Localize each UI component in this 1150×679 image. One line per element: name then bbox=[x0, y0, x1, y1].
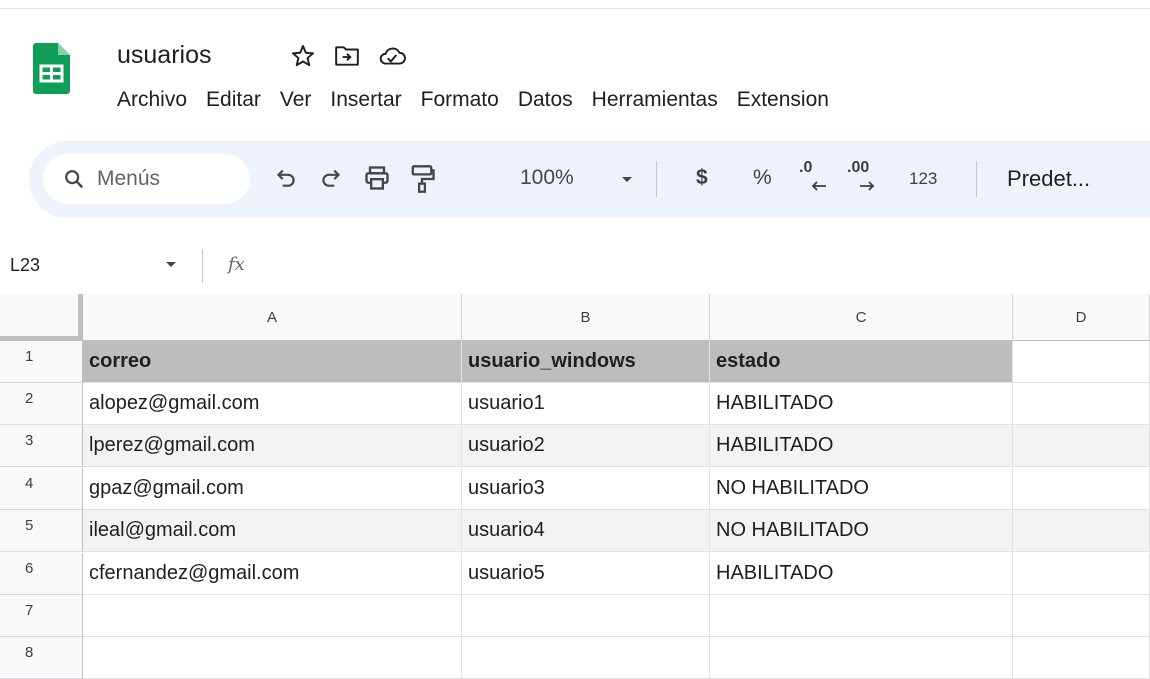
row-header-3[interactable]: 3 bbox=[0, 425, 83, 467]
cell-b5[interactable]: usuario4 bbox=[462, 510, 710, 552]
row-header-8[interactable]: 8 bbox=[0, 637, 83, 679]
sheets-logo-icon[interactable] bbox=[33, 43, 70, 94]
menu-ver[interactable]: Ver bbox=[280, 88, 312, 112]
document-title[interactable]: usuarios bbox=[117, 41, 212, 70]
cell-c6[interactable]: HABILITADO bbox=[710, 553, 1013, 595]
menu-formato[interactable]: Formato bbox=[421, 88, 499, 112]
cell-b3[interactable]: usuario2 bbox=[462, 425, 710, 467]
name-box-dropdown-icon[interactable] bbox=[165, 261, 177, 269]
move-to-folder-icon[interactable] bbox=[334, 44, 360, 68]
formula-input[interactable] bbox=[270, 249, 1140, 283]
cell-b4[interactable]: usuario3 bbox=[462, 468, 710, 510]
menu-insertar[interactable]: Insertar bbox=[330, 88, 401, 112]
search-icon bbox=[65, 170, 84, 189]
cell-a6[interactable]: cfernandez@gmail.com bbox=[83, 553, 462, 595]
row-header-6[interactable]: 6 bbox=[0, 553, 83, 595]
cell-d8[interactable] bbox=[1013, 637, 1150, 679]
name-box[interactable]: L23 bbox=[10, 255, 40, 276]
cell-b1[interactable]: usuario_windows bbox=[462, 341, 710, 383]
cell-b7[interactable] bbox=[462, 595, 710, 637]
row-header-7[interactable]: 7 bbox=[0, 595, 83, 637]
percent-button[interactable]: % bbox=[753, 166, 772, 190]
menu-bar: Archivo Editar Ver Insertar Formato Dato… bbox=[117, 88, 848, 112]
cell-c7[interactable] bbox=[710, 595, 1013, 637]
row-header-2[interactable]: 2 bbox=[0, 383, 83, 425]
cell-a4[interactable]: gpaz@gmail.com bbox=[83, 468, 462, 510]
formula-bar-divider bbox=[202, 249, 203, 283]
fx-icon: fx bbox=[228, 254, 245, 275]
zoom-value[interactable]: 100% bbox=[520, 166, 574, 190]
cell-c4[interactable]: NO HABILITADO bbox=[710, 468, 1013, 510]
cell-b6[interactable]: usuario5 bbox=[462, 553, 710, 595]
menu-archivo[interactable]: Archivo bbox=[117, 88, 187, 112]
increase-decimals-label: .00 bbox=[847, 159, 870, 176]
column-header-a[interactable]: A bbox=[83, 294, 462, 341]
menu-extensiones[interactable]: Extension bbox=[737, 88, 829, 112]
star-icon[interactable] bbox=[290, 43, 316, 69]
undo-icon[interactable] bbox=[273, 164, 299, 190]
zoom-dropdown-icon[interactable] bbox=[621, 176, 633, 184]
font-family-dropdown[interactable]: Predet... bbox=[1007, 166, 1090, 192]
arrow-right-icon bbox=[860, 181, 875, 191]
cell-d7[interactable] bbox=[1013, 595, 1150, 637]
menu-herramientas[interactable]: Herramientas bbox=[592, 88, 718, 112]
redo-icon[interactable] bbox=[318, 164, 344, 190]
toolbar-divider bbox=[976, 161, 977, 197]
cell-c1[interactable]: estado bbox=[710, 341, 1013, 383]
toolbar-divider bbox=[656, 161, 657, 197]
cell-c8[interactable] bbox=[710, 637, 1013, 679]
decrease-decimals-button[interactable]: .0 bbox=[799, 159, 835, 199]
paint-format-icon[interactable] bbox=[409, 164, 435, 194]
cell-d4[interactable] bbox=[1013, 468, 1150, 510]
row-header-4[interactable]: 4 bbox=[0, 468, 83, 510]
window-top-edge bbox=[0, 0, 1150, 9]
cell-a2[interactable]: alopez@gmail.com bbox=[83, 383, 462, 425]
currency-button[interactable]: $ bbox=[696, 166, 708, 190]
cell-d6[interactable] bbox=[1013, 553, 1150, 595]
select-all-corner[interactable] bbox=[0, 294, 83, 341]
cell-a5[interactable]: ileal@gmail.com bbox=[83, 510, 462, 552]
row-header-5[interactable]: 5 bbox=[0, 510, 83, 552]
cell-b2[interactable]: usuario1 bbox=[462, 383, 710, 425]
cell-d3[interactable] bbox=[1013, 425, 1150, 467]
column-header-c[interactable]: C bbox=[710, 294, 1013, 341]
column-header-b[interactable]: B bbox=[462, 294, 710, 341]
row-header-1[interactable]: 1 bbox=[0, 341, 83, 383]
cell-d2[interactable] bbox=[1013, 383, 1150, 425]
search-placeholder: Menús bbox=[97, 167, 161, 190]
cell-a7[interactable] bbox=[83, 595, 462, 637]
cell-c5[interactable]: NO HABILITADO bbox=[710, 510, 1013, 552]
increase-decimals-button[interactable]: .00 bbox=[847, 159, 887, 199]
cell-a8[interactable] bbox=[83, 637, 462, 679]
number-format-button[interactable]: 123 bbox=[909, 169, 937, 189]
cell-a3[interactable]: lperez@gmail.com bbox=[83, 425, 462, 467]
menu-editar[interactable]: Editar bbox=[206, 88, 261, 112]
column-header-d[interactable]: D bbox=[1013, 294, 1150, 341]
toolbar: Menús 100% $ % .0 .00 123 Predet... bbox=[29, 141, 1150, 218]
menu-datos[interactable]: Datos bbox=[518, 88, 573, 112]
cell-d5[interactable] bbox=[1013, 510, 1150, 552]
print-icon[interactable] bbox=[363, 164, 391, 192]
cell-c2[interactable]: HABILITADO bbox=[710, 383, 1013, 425]
menu-search[interactable]: Menús bbox=[43, 154, 250, 204]
cell-d1[interactable] bbox=[1013, 341, 1150, 383]
arrow-left-icon bbox=[811, 181, 826, 191]
decrease-decimals-label: .0 bbox=[799, 159, 813, 176]
cell-c3[interactable]: HABILITADO bbox=[710, 425, 1013, 467]
cloud-saved-icon[interactable] bbox=[378, 44, 406, 68]
cell-b8[interactable] bbox=[462, 637, 710, 679]
cell-a1[interactable]: correo bbox=[83, 341, 462, 383]
